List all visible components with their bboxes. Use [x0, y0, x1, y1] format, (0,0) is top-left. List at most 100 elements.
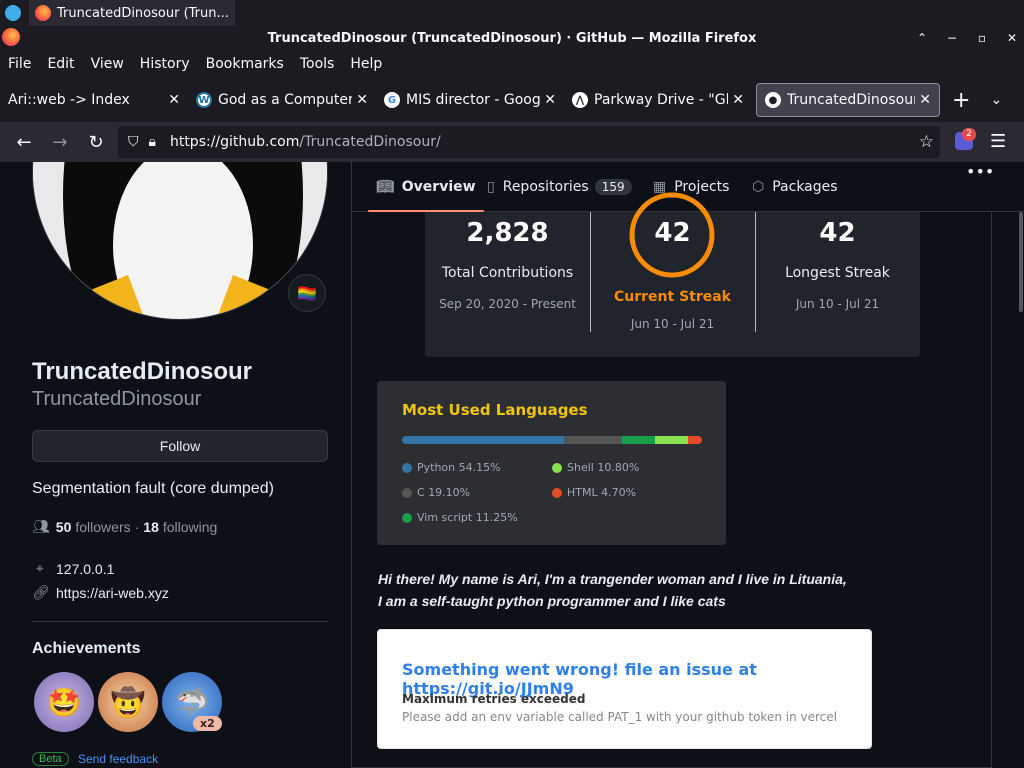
tab-overview[interactable]: 📖︎ Overview [368, 162, 484, 212]
language-dot [402, 462, 412, 473]
url-host: https://github.com [169, 134, 300, 150]
following-count[interactable]: 18 [143, 519, 159, 535]
achievement-badge-starstruck[interactable]: 🤩 [34, 672, 94, 732]
language-percent: 10.80% [597, 461, 640, 474]
menu-help[interactable]: Help [350, 56, 382, 72]
menu-tools[interactable]: Tools [300, 56, 335, 72]
tab-close-icon[interactable]: ✕ [732, 92, 744, 108]
menu-file[interactable]: File [8, 56, 31, 72]
longest-streak-value: 42 [819, 218, 856, 248]
followers-count[interactable]: 50 [56, 519, 72, 535]
language-name: HTML [567, 486, 598, 499]
status-emoji[interactable]: 🏳️‍🌈 [288, 274, 326, 312]
menu-view[interactable]: View [91, 56, 124, 72]
penguin-avatar-image [33, 162, 327, 319]
language-item-html: HTML 4.70% [552, 486, 636, 499]
extension-badge: 2 [962, 128, 976, 141]
achievement-badge-pull-shark-cowboy[interactable]: 🤠 [98, 672, 158, 732]
menu-history[interactable]: History [140, 56, 190, 72]
window-shade-button[interactable]: ⌃ [916, 31, 928, 45]
browser-tab-active[interactable]: ● TruncatedDinosour ✕ [756, 83, 940, 117]
bookmark-star-icon[interactable]: ☆ [919, 132, 934, 152]
url-bar[interactable]: ⛉ 🔒︎ https://github.com/TruncatedDinosou… [118, 126, 940, 158]
profile-website[interactable]: 🔗︎ https://ari-web.xyz [32, 584, 169, 601]
browser-tab[interactable]: G MIS director - Googl ✕ [376, 83, 564, 117]
tab-bar: Ari::web -> Index ✕ W God as a Computer … [0, 78, 1024, 122]
languages-progress-bar [402, 436, 702, 444]
window-title: TruncatedDinosour (TruncatedDinosour) · … [267, 30, 757, 46]
package-icon: ⬡ [752, 179, 765, 195]
more-options-button[interactable]: ••• [966, 162, 994, 181]
taskbar-task-firefox[interactable]: TruncatedDinosour (Trun... [29, 0, 235, 26]
language-bar-segment [655, 436, 688, 444]
language-dot [402, 512, 412, 523]
profile-login: TruncatedDinosour [32, 388, 202, 410]
stats-error-card: Something went wrong! file an issue at h… [377, 629, 872, 749]
taskbar-task-label: TruncatedDinosour (Trun... [57, 5, 229, 21]
tab-repositories[interactable]: ▯ Repositories 159 [487, 162, 632, 212]
url-text[interactable]: https://github.com/TruncatedDinosour/ [170, 134, 441, 150]
beta-badge: Beta [32, 752, 69, 766]
profile-bio: Segmentation fault (core dumped) [32, 480, 274, 497]
window-close-button[interactable]: ✕ [1006, 31, 1018, 45]
tab-close-icon[interactable]: ✕ [919, 92, 931, 108]
language-percent: 11.25% [475, 511, 518, 524]
window-maximize-button[interactable]: ▫ [976, 31, 988, 45]
github-profile-page: 📖︎ Overview ▯ Repositories 159 ▦ Project… [0, 162, 1024, 768]
hamburger-menu-icon[interactable]: ☰ [990, 131, 1006, 152]
list-all-tabs-button[interactable]: ⌄ [990, 92, 1002, 108]
browser-tab[interactable]: W God as a Computer ✕ [188, 83, 376, 117]
language-name: Vim script [417, 511, 473, 524]
browser-tab[interactable]: ⋀ Parkway Drive - "Gl ✕ [564, 83, 752, 117]
scrollbar-thumb[interactable] [1019, 212, 1023, 312]
page-scrollbar[interactable] [1018, 212, 1024, 768]
app-launcher-icon[interactable] [5, 5, 21, 21]
longest-streak-label: Longest Streak [785, 265, 890, 281]
achievements-title[interactable]: Achievements [32, 640, 141, 658]
error-message: Please add an env variable called PAT_1 … [402, 710, 837, 724]
profile-location: ⌖ 127.0.0.1 [32, 560, 114, 577]
tab-packages[interactable]: ⬡ Packages [752, 162, 838, 212]
language-bar-segment [621, 436, 656, 444]
tab-close-icon[interactable]: ✕ [356, 92, 368, 108]
menu-edit[interactable]: Edit [47, 56, 74, 72]
language-name: Python [417, 461, 456, 474]
forward-button[interactable]: → [42, 132, 78, 153]
tab-overview-label: Overview [401, 179, 476, 195]
back-button[interactable]: ← [6, 132, 42, 153]
navigation-bar: ← → ↻ ⛉ 🔒︎ https://github.com/TruncatedD… [0, 122, 1024, 162]
language-name: C [417, 486, 425, 499]
followers-label[interactable]: followers [75, 519, 130, 535]
google-icon: G [384, 92, 400, 108]
nature-icon: ⋀ [572, 92, 588, 108]
reload-button[interactable]: ↻ [78, 132, 114, 153]
window-minimize-button[interactable]: − [946, 31, 958, 45]
avatar[interactable] [32, 162, 328, 320]
language-bar-segment [564, 436, 622, 444]
profile-name: TruncatedDinosour [32, 358, 253, 385]
tab-label: God as a Computer [218, 92, 353, 108]
language-item-python: Python 54.15% [402, 461, 501, 474]
people-icon: 👥︎ [32, 518, 50, 534]
language-item-vim-script: Vim script 11.25% [402, 511, 518, 524]
shield-icon[interactable]: ⛉ [128, 134, 139, 150]
send-feedback-link[interactable]: Send feedback [78, 752, 158, 766]
language-item-shell: Shell 10.80% [552, 461, 639, 474]
browser-tab[interactable]: Ari::web -> Index ✕ [0, 83, 188, 117]
tab-close-icon[interactable]: ✕ [168, 92, 180, 108]
readme-intro-line-1: Hi there! My name is Ari, I'm a trangend… [378, 571, 847, 587]
lock-icon[interactable]: 🔒︎ [149, 134, 156, 150]
separator-dot: · [134, 518, 140, 535]
following-label[interactable]: following [163, 519, 217, 535]
firefox-icon [35, 5, 51, 21]
tab-close-icon[interactable]: ✕ [544, 92, 556, 108]
location-pin-icon: ⌖ [36, 560, 44, 576]
menu-bookmarks[interactable]: Bookmarks [206, 56, 284, 72]
language-bar-segment [402, 436, 565, 444]
tab-label: Parkway Drive - "Gl [594, 92, 729, 108]
tab-repositories-label: Repositories [502, 179, 589, 195]
menu-bar: File Edit View History Bookmarks Tools H… [0, 50, 1024, 78]
new-tab-button[interactable]: + [952, 88, 970, 113]
follow-button[interactable]: Follow [32, 430, 328, 462]
website-link[interactable]: https://ari-web.xyz [56, 585, 169, 601]
